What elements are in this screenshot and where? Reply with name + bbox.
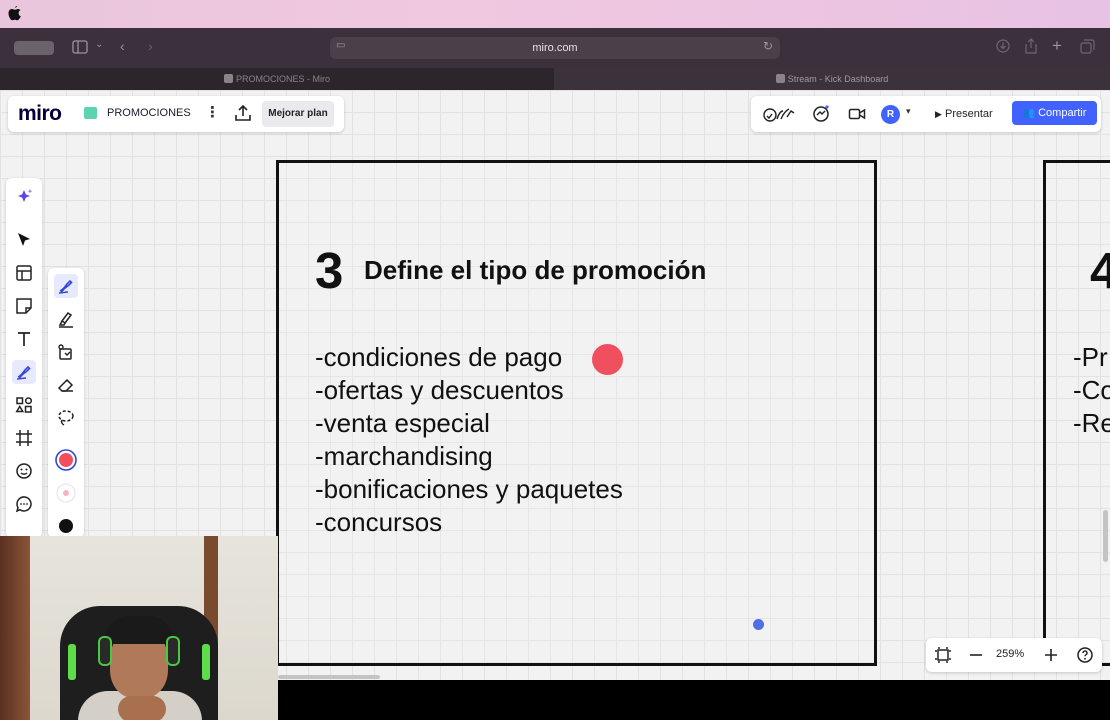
- ai-sparkle-icon[interactable]: [12, 186, 36, 210]
- export-icon[interactable]: [234, 104, 252, 122]
- chevron-down-icon[interactable]: ⌄: [95, 39, 103, 50]
- left-toolbar: [6, 178, 42, 538]
- highlighter-icon[interactable]: [54, 307, 78, 331]
- chevron-down-icon[interactable]: ▾: [906, 106, 911, 117]
- comment-icon[interactable]: [12, 492, 36, 516]
- video-call-icon[interactable]: [848, 105, 866, 123]
- play-icon: ▶: [935, 109, 942, 119]
- tab-label: Stream - Kick Dashboard: [787, 74, 889, 84]
- lasso-icon[interactable]: [54, 406, 78, 430]
- share-button[interactable]: 👥 Compartir: [1012, 101, 1097, 125]
- download-icon[interactable]: [996, 39, 1010, 56]
- promotion-types-list: -condiciones de pago -ofertas y descuent…: [315, 341, 623, 539]
- fit-to-screen-icon[interactable]: [934, 646, 952, 664]
- step-number: 4: [1090, 242, 1110, 299]
- pen-options-toolbar: [48, 268, 84, 538]
- list-item: -Re: [1073, 408, 1110, 438]
- vertical-scrollbar[interactable]: [1103, 510, 1108, 562]
- list-item: -bonificaciones y paquetes: [315, 474, 623, 504]
- color-red-swatch[interactable]: [54, 448, 78, 472]
- zoom-level[interactable]: 259%: [996, 648, 1024, 660]
- list-item: -venta especial: [315, 408, 490, 438]
- share-label: Compartir: [1038, 107, 1087, 119]
- pen-cursor-dot: [592, 344, 623, 375]
- tab-label: PROMOCIONES - Miro: [235, 74, 330, 84]
- horizontal-scrollbar[interactable]: [278, 675, 380, 679]
- more-options-icon[interactable]: ⋮: [205, 103, 220, 121]
- kick-favicon-icon: [775, 74, 785, 83]
- board-name[interactable]: PROMOCIONES: [107, 107, 191, 119]
- eraser-icon[interactable]: [54, 373, 78, 397]
- step-title: Define el tipo de promoción: [364, 255, 707, 285]
- tab-promociones[interactable]: PROMOCIONES - Miro: [0, 68, 554, 90]
- browser-chrome: ⌄ ‹ › miro.com ▭ ↻ + PROMOCIONES - Miro …: [0, 28, 1110, 90]
- pen-tool-icon[interactable]: [54, 274, 78, 298]
- frame-step-3[interactable]: 3 Define el tipo de promoción -condicion…: [276, 160, 877, 666]
- streamer-hair: [106, 616, 172, 644]
- back-icon[interactable]: ‹: [120, 38, 125, 54]
- stickers-icon[interactable]: [12, 459, 36, 483]
- tab-kick-dashboard[interactable]: Stream - Kick Dashboard: [554, 68, 1110, 90]
- zoom-controls: 259%: [926, 638, 1102, 672]
- select-cursor-icon[interactable]: [12, 228, 36, 252]
- zoom-out-icon[interactable]: [967, 646, 985, 664]
- address-bar[interactable]: miro.com: [330, 37, 780, 59]
- apple-icon[interactable]: [8, 6, 26, 22]
- collab-toolbar: R ▾ ▶ Presentar 👥 Compartir: [751, 96, 1101, 132]
- new-tab-icon[interactable]: +: [1052, 36, 1062, 56]
- list-item: -condiciones de pago: [315, 342, 563, 372]
- help-icon[interactable]: [1076, 646, 1094, 664]
- zoom-in-icon[interactable]: [1042, 646, 1060, 664]
- pen-icon[interactable]: [12, 360, 36, 384]
- reactions-icon[interactable]: [763, 105, 797, 123]
- collaborator-cursor-dot: [753, 619, 764, 630]
- webcam-background-door: [0, 536, 30, 720]
- user-avatar[interactable]: R: [881, 105, 900, 124]
- forward-icon[interactable]: ›: [148, 38, 153, 54]
- miro-favicon-icon: [223, 74, 233, 83]
- present-label: Presentar: [944, 108, 993, 120]
- list-item: -ofertas y descuentos: [315, 375, 564, 405]
- frame4-list: -Pr -Co -Re: [1073, 341, 1110, 440]
- present-button[interactable]: ▶ Presentar: [929, 101, 1009, 127]
- tab-overview-icon[interactable]: [1080, 39, 1095, 57]
- frame-step-4[interactable]: 4 -Pr -Co -Re: [1043, 160, 1110, 666]
- page-icon: ▭: [336, 40, 346, 51]
- list-item: -concursos: [315, 507, 443, 537]
- headset-icon: [98, 636, 112, 666]
- chair-accent: [68, 644, 76, 680]
- text-icon[interactable]: [12, 327, 36, 351]
- chat-icon[interactable]: [812, 105, 830, 123]
- webcam-overlay: [0, 536, 278, 720]
- sticky-note-icon[interactable]: [12, 294, 36, 318]
- miro-logo[interactable]: miro: [18, 102, 62, 126]
- reload-icon[interactable]: ↻: [763, 39, 773, 53]
- macos-menubar: [0, 0, 1110, 28]
- chair-accent: [202, 644, 210, 680]
- step-number: 3: [315, 242, 344, 299]
- color-pink-swatch[interactable]: [54, 481, 78, 505]
- headset-icon: [166, 636, 180, 666]
- list-item: -marchandising: [315, 441, 493, 471]
- streamer-hands: [118, 696, 166, 720]
- list-item: -Pr: [1073, 342, 1108, 372]
- color-black-swatch[interactable]: [54, 514, 78, 538]
- frame-icon[interactable]: [12, 426, 36, 450]
- users-icon: 👥: [1022, 108, 1036, 119]
- share-icon[interactable]: [1024, 38, 1038, 57]
- smart-drawing-icon[interactable]: [54, 340, 78, 364]
- board-icon: [84, 107, 97, 119]
- tab-bar: PROMOCIONES - Miro Stream - Kick Dashboa…: [0, 68, 1110, 90]
- browser-toolbar: ⌄ ‹ › miro.com ▭ ↻ +: [0, 28, 1110, 68]
- sidebar-toggle-icon[interactable]: [72, 40, 88, 57]
- list-item: -Co: [1073, 375, 1110, 405]
- upgrade-plan-button[interactable]: Mejorar plan: [262, 101, 334, 127]
- shapes-icon[interactable]: [12, 393, 36, 417]
- url-text: miro.com: [532, 42, 578, 54]
- board-menu-bar: miro PROMOCIONES ⋮ Mejorar plan: [8, 96, 344, 132]
- templates-icon[interactable]: [12, 261, 36, 285]
- window-controls[interactable]: [14, 41, 54, 55]
